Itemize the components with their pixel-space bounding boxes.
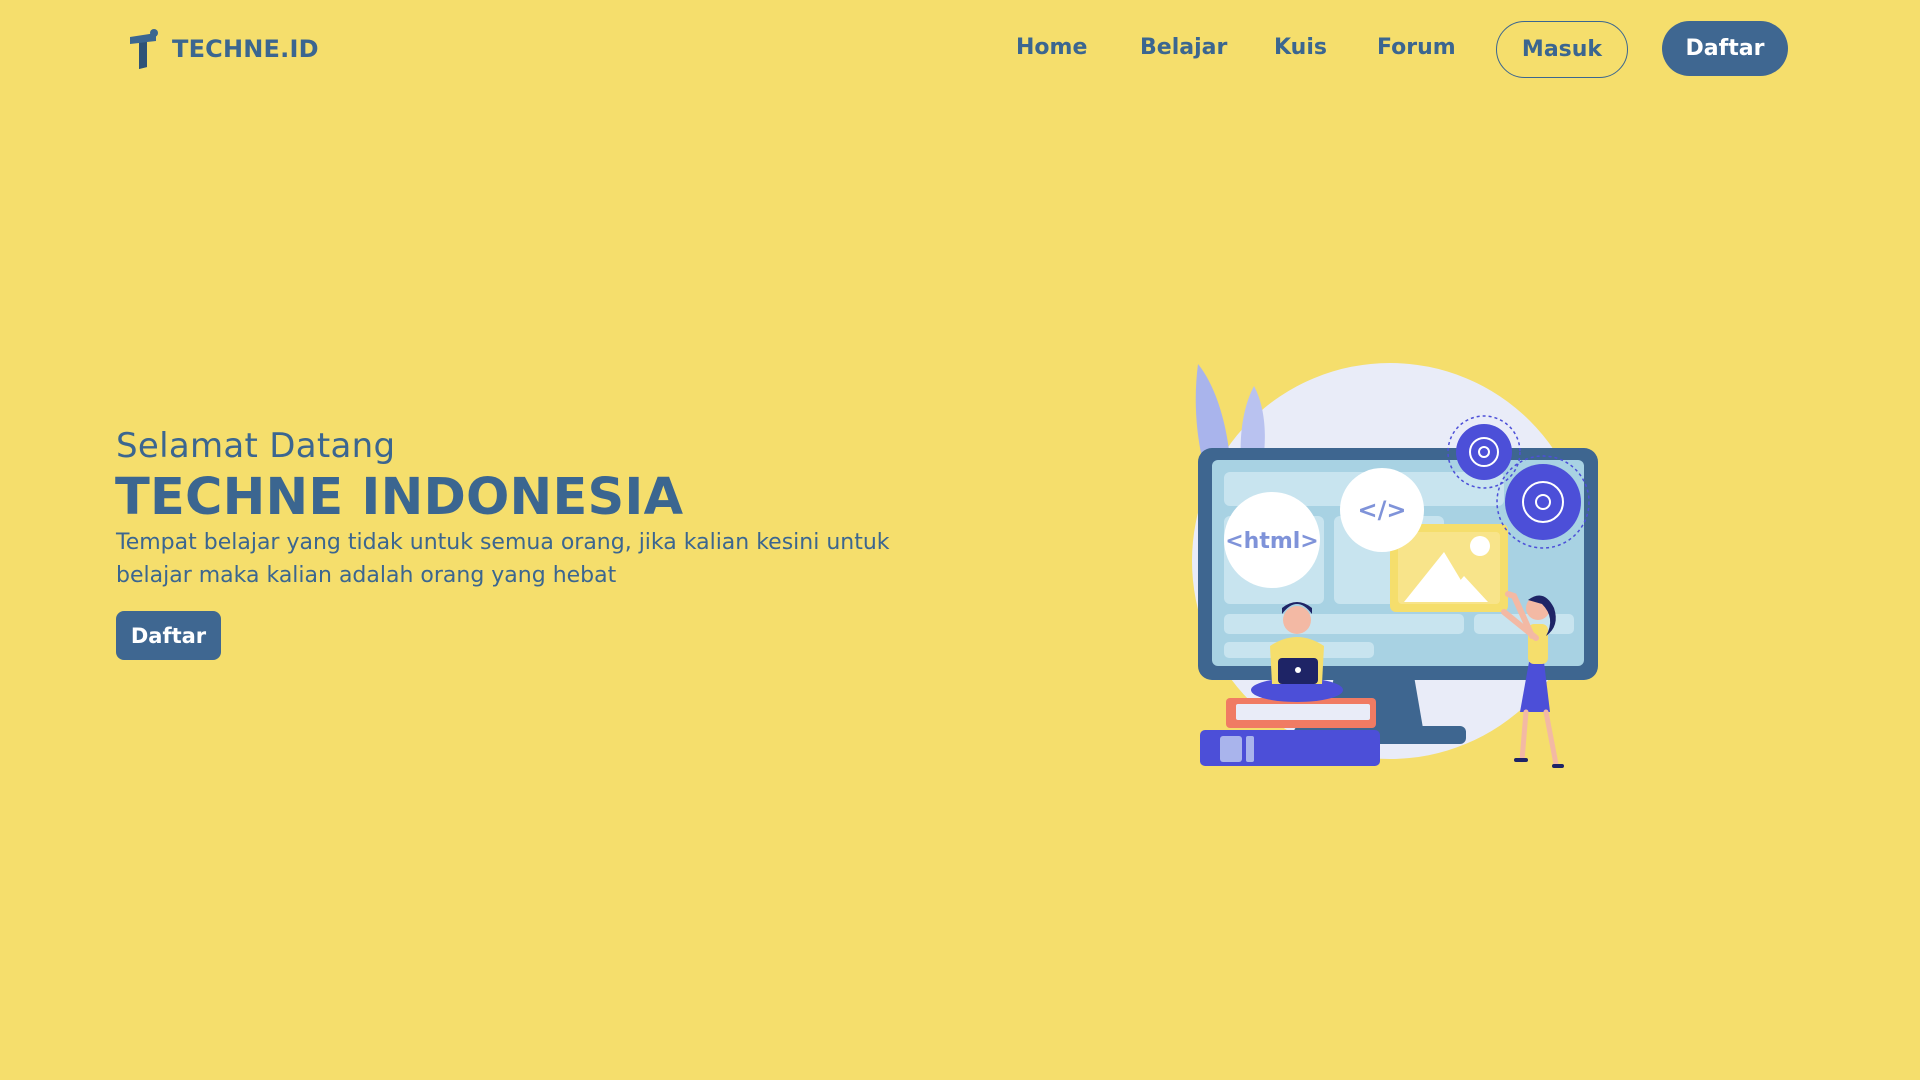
navbar: TECHNE.ID Home Belajar Kuis Forum Masuk …: [0, 0, 1920, 98]
coding-illustration-image: <html> </>: [1192, 363, 1598, 768]
nav-link-home[interactable]: Home: [1016, 32, 1087, 64]
hero-title: TECHNE INDONESIA: [115, 468, 684, 527]
brand-name: TECHNE.ID: [172, 35, 319, 63]
nav-link-belajar[interactable]: Belajar: [1140, 32, 1227, 64]
hero-description: Tempat belajar yang tidak untuk semua or…: [116, 530, 890, 588]
login-button[interactable]: Masuk: [1496, 21, 1628, 78]
hero-illustration: <html> </>: [1184, 356, 1604, 772]
code-tag-text: </>: [1358, 496, 1407, 524]
nav-link-forum[interactable]: Forum: [1377, 32, 1456, 64]
html-tag-text: <html>: [1225, 529, 1319, 554]
hero-register-button[interactable]: Daftar: [116, 611, 221, 660]
nav-link-kuis[interactable]: Kuis: [1274, 32, 1327, 64]
hero-subtitle: Selamat Datang: [116, 426, 396, 466]
gear-icon: [1496, 455, 1590, 549]
techne-logo-icon: [130, 29, 158, 69]
register-button[interactable]: Daftar: [1662, 21, 1788, 76]
brand-home-link[interactable]: TECHNE.ID: [126, 26, 319, 72]
